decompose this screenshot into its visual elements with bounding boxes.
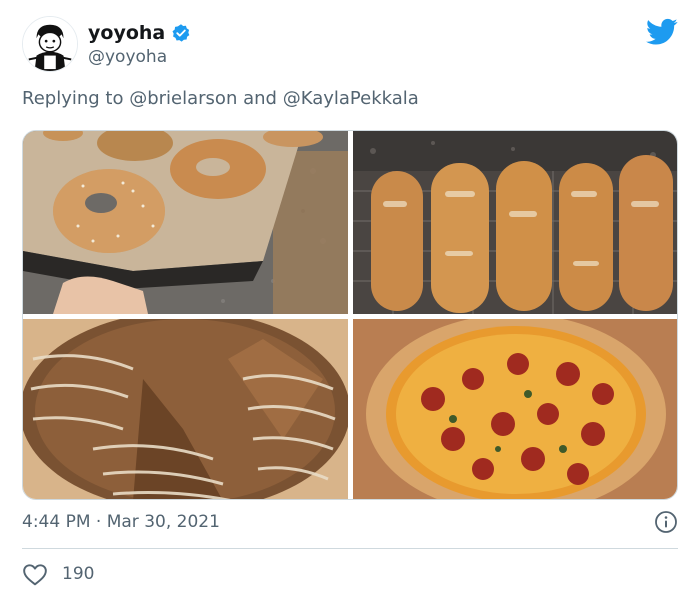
tweet-date[interactable]: Mar 30, 2021 xyxy=(107,512,220,532)
like-count: 190 xyxy=(62,564,95,584)
info-icon[interactable] xyxy=(654,510,678,534)
media-grid xyxy=(22,130,678,500)
divider xyxy=(22,548,678,549)
tweet-card: yoyoha @yoyoha Replying to @brielarson a… xyxy=(0,0,700,602)
display-name-text[interactable]: yoyoha xyxy=(88,22,165,44)
tweet-time[interactable]: 4:44 PM xyxy=(22,512,91,532)
replying-joiner: and xyxy=(243,88,277,109)
mention-link[interactable]: @brielarson xyxy=(129,88,237,109)
handle[interactable]: @yoyoha xyxy=(88,47,167,67)
verified-badge-icon xyxy=(172,24,190,42)
heart-icon[interactable] xyxy=(22,562,48,586)
cartoon-avatar-icon xyxy=(23,17,77,71)
sourdough-loaf-photo[interactable] xyxy=(23,319,348,499)
twitter-bird-icon[interactable] xyxy=(646,18,678,46)
mention-link[interactable]: @KaylaPekkala xyxy=(283,88,419,109)
like-action[interactable]: 190 xyxy=(22,562,94,586)
avatar[interactable] xyxy=(22,16,78,72)
replying-to: Replying to @brielarson and @KaylaPekkal… xyxy=(22,88,419,109)
pepperoni-pizza-photo[interactable] xyxy=(353,319,677,499)
timestamp[interactable]: 4:44 PM · Mar 30, 2021 xyxy=(22,512,220,532)
baguettes-photo[interactable] xyxy=(353,131,677,314)
bagels-photo[interactable] xyxy=(23,131,348,314)
timestamp-separator: · xyxy=(95,512,102,532)
display-name[interactable]: yoyoha xyxy=(88,22,191,44)
replying-prefix: Replying to xyxy=(22,88,124,109)
